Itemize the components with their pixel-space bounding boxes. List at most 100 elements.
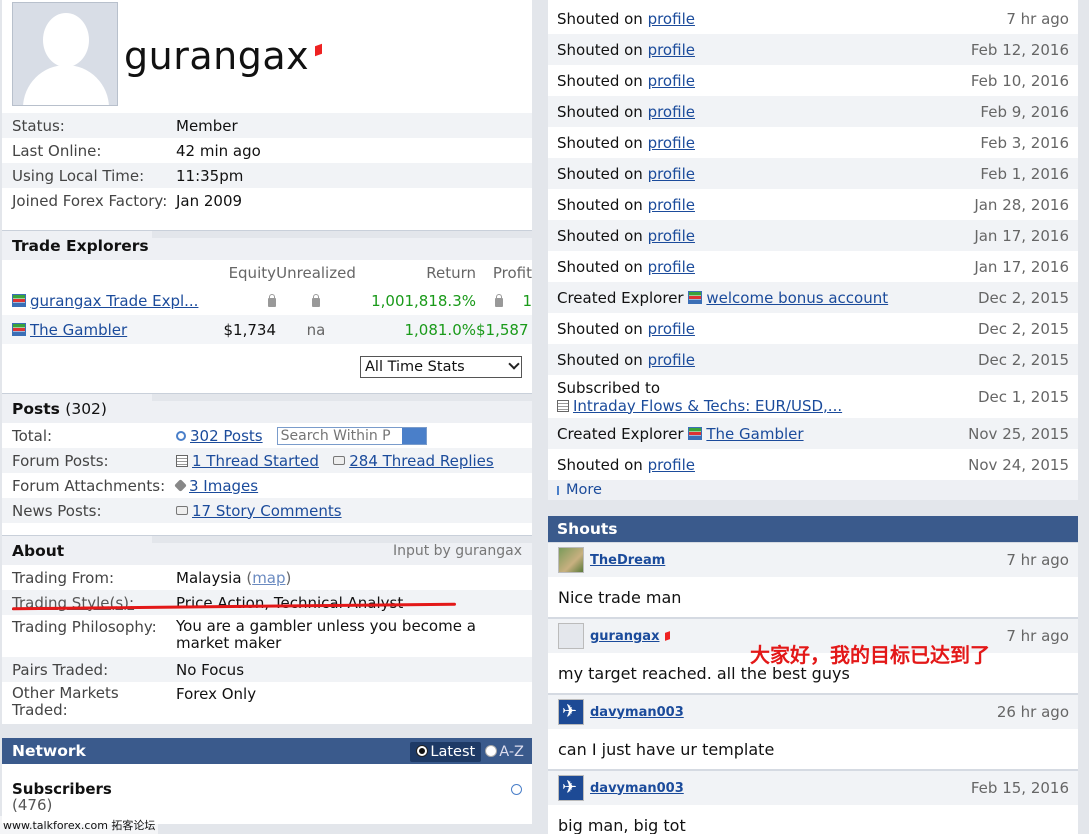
detail-key: Status:	[12, 116, 65, 135]
images-link[interactable]: 3 Images	[189, 477, 258, 495]
shout-user-link[interactable]: TheDream	[590, 553, 665, 568]
shout-time: 26 hr ago	[996, 703, 1069, 721]
activity-prefix: Shouted on	[557, 226, 643, 245]
sort-az-option[interactable]: A-Z	[485, 744, 524, 760]
arrow-down-icon	[557, 485, 563, 495]
about-header: About Input by gurangax	[2, 535, 532, 565]
detail-value: 11:35pm	[176, 166, 244, 185]
column-equity: Equity	[228, 264, 276, 282]
activity-list: Shouted on profile 7 hr ago Shouted on pro…	[548, 3, 1078, 480]
detail-value: Jan 2009	[176, 191, 243, 210]
shouts-list: TheDream 7 hr ago Nice trade man gurangax…	[548, 542, 1078, 834]
avatar[interactable]	[558, 623, 584, 649]
detail-row: Using Local Time: 11:35pm	[2, 163, 532, 188]
story-comments-link[interactable]: 17 Story Comments	[192, 502, 342, 520]
activity-link[interactable]: profile	[648, 196, 695, 214]
activity-link[interactable]: welcome bonus account	[706, 289, 888, 307]
activity-link[interactable]: profile	[648, 10, 695, 28]
thread-replies-link[interactable]: 284 Thread Replies	[349, 452, 494, 470]
info-icon[interactable]	[511, 784, 522, 795]
activity-row: Shouted on profile Feb 1, 2016	[548, 158, 1078, 189]
avatar[interactable]	[558, 775, 584, 801]
activity-link[interactable]: Intraday Flows & Techs: EUR/USD,...	[573, 397, 842, 415]
avatar[interactable]	[558, 547, 584, 573]
threads-started-link[interactable]: 1 Thread Started	[192, 452, 319, 470]
explorer-icon	[688, 290, 703, 304]
explorer-link[interactable]: The Gambler	[30, 321, 127, 339]
section-title: About	[12, 541, 65, 560]
activity-date: Feb 12, 2016	[970, 40, 1069, 59]
activity-row: Created Explorer The Gambler Nov 25, 2015	[548, 418, 1078, 449]
detail-key: Trading From:	[12, 568, 115, 587]
search-button[interactable]	[401, 427, 426, 444]
activity-link[interactable]: profile	[648, 165, 695, 183]
activity-link[interactable]: profile	[648, 351, 695, 369]
profile-column: gurangax Status: Member Last Online: 42 mi…	[2, 0, 532, 824]
activity-date: Dec 2, 2015	[977, 288, 1069, 307]
detail-key: Forum Attachments:	[12, 476, 166, 495]
stats-period-select[interactable]: All Time Stats	[360, 356, 522, 378]
activity-date: Jan 28, 2016	[974, 195, 1069, 214]
explorer-link[interactable]: gurangax Trade Expl...	[30, 292, 198, 310]
return-value: 1,081.0%	[404, 320, 476, 339]
shout-user-link[interactable]: gurangax	[590, 629, 659, 644]
activity-link[interactable]: profile	[648, 103, 695, 121]
map-link[interactable]: map	[252, 569, 285, 587]
lock-icon	[268, 293, 276, 307]
shout-user-link[interactable]: davyman003	[590, 781, 684, 796]
activity-link[interactable]: profile	[648, 134, 695, 152]
activity-link[interactable]: profile	[648, 456, 695, 474]
detail-row: Other Markets Traded: Forex Only	[2, 682, 532, 724]
shout-time: 7 hr ago	[1006, 627, 1069, 645]
more-button[interactable]: More	[548, 480, 1078, 500]
search-icon	[176, 430, 186, 441]
activity-link[interactable]: profile	[648, 227, 695, 245]
sort-latest-option[interactable]: Latest	[410, 742, 482, 762]
posts-section: Total: 302 Posts Forum Posts: 1 Thread Sta…	[2, 423, 532, 535]
avatar[interactable]	[558, 699, 584, 725]
shout-message: big man, big tot	[558, 815, 686, 834]
activity-link[interactable]: profile	[648, 320, 695, 338]
activity-prefix: Shouted on	[557, 195, 643, 214]
detail-key: Pairs Traded:	[12, 660, 109, 679]
activity-link[interactable]: The Gambler	[706, 425, 803, 443]
activity-link[interactable]: profile	[648, 72, 695, 90]
table-row: The Gambler $1,734 na 1,081.0% $1,587 5	[2, 315, 532, 344]
activity-prefix: Shouted on	[557, 133, 643, 152]
subscribers-count: (476)	[12, 796, 53, 814]
activity-date: Feb 1, 2016	[980, 164, 1069, 183]
search-within-posts-input[interactable]	[277, 427, 402, 444]
activity-date: Dec 2, 2015	[977, 319, 1069, 338]
shout-item: TheDream 7 hr ago Nice trade man	[548, 542, 1078, 618]
subscribers-section: Subscribers (476)	[2, 764, 532, 824]
return-value: 1,001,818.3%	[371, 291, 476, 310]
activity-prefix: Shouted on	[557, 350, 643, 369]
activity-date: Dec 2, 2015	[977, 350, 1069, 369]
shout-user-link[interactable]: davyman003	[590, 705, 684, 720]
detail-row: Joined Forex Factory: Jan 2009	[2, 188, 532, 213]
detail-row: Forum Posts: 1 Thread Started 284 Thread …	[2, 448, 532, 473]
activity-prefix: Shouted on	[557, 455, 643, 474]
detail-row: Total: 302 Posts	[2, 423, 532, 448]
activity-date: Dec 1, 2015	[977, 387, 1069, 406]
shout-time: 7 hr ago	[1006, 551, 1069, 569]
lock-icon	[495, 293, 504, 307]
detail-value: No Focus	[176, 660, 245, 679]
column-return: Return	[426, 264, 476, 282]
avatar[interactable]	[12, 2, 118, 106]
activity-prefix: Subscribed to	[557, 378, 661, 397]
activity-row: Subscribed to Intraday Flows & Techs: EUR…	[548, 375, 1078, 418]
activity-link[interactable]: profile	[648, 258, 695, 276]
activity-link[interactable]: profile	[648, 41, 695, 59]
thread-icon	[557, 399, 569, 412]
shout-message: Nice trade man	[558, 587, 682, 607]
column-profit: Profit	[492, 264, 532, 282]
detail-row: News Posts: 17 Story Comments	[2, 498, 532, 523]
profit-value: $1,587 5	[476, 320, 529, 339]
detail-key: Total:	[12, 426, 53, 445]
section-title: Trade Explorers	[12, 236, 149, 255]
detail-key: News Posts:	[12, 501, 102, 520]
activity-date: Nov 25, 2015	[968, 424, 1069, 443]
detail-key: Forum Posts:	[12, 451, 109, 470]
total-posts-link[interactable]: 302 Posts	[190, 427, 263, 445]
